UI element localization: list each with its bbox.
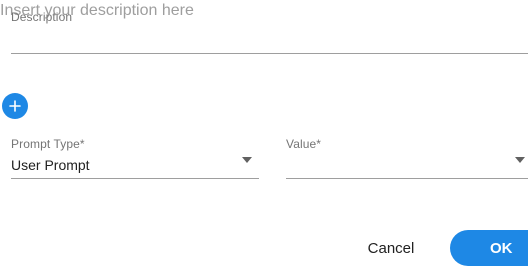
- caret-down-icon: [242, 157, 252, 163]
- value-label: Value*: [286, 137, 322, 151]
- prompt-type-label: Prompt Type*: [11, 137, 85, 151]
- description-input[interactable]: [0, 0, 517, 22]
- description-underline: [11, 53, 528, 54]
- prompt-type-underline: [11, 178, 259, 179]
- plus-icon: [9, 100, 21, 112]
- value-select[interactable]: [286, 137, 528, 179]
- description-label: Description: [11, 10, 73, 24]
- value-underline: [286, 178, 528, 179]
- add-button[interactable]: [2, 93, 28, 119]
- prompt-type-value: User Prompt: [11, 157, 90, 173]
- cancel-button[interactable]: Cancel: [355, 232, 427, 264]
- ok-button[interactable]: OK: [450, 230, 528, 266]
- caret-down-icon: [515, 157, 525, 163]
